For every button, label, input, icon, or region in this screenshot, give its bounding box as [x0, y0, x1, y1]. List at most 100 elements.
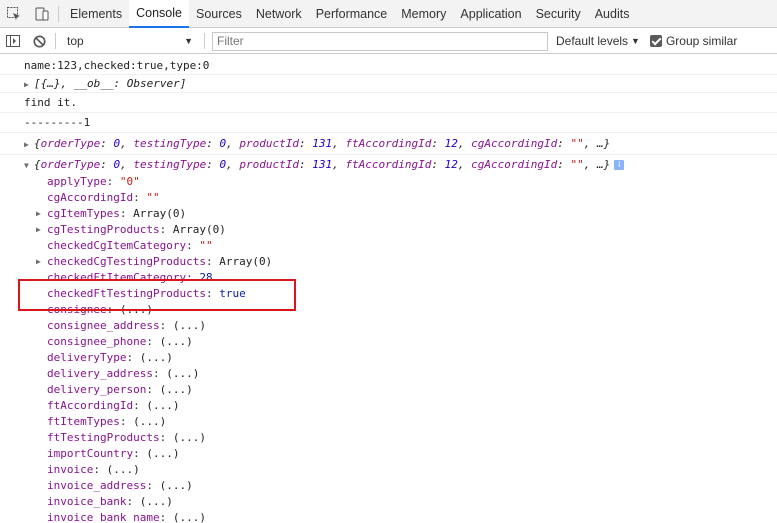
- inspect-element-icon[interactable]: [0, 0, 28, 28]
- property-key: importCountry: [47, 447, 134, 460]
- property-row: importCountry: (...): [0, 446, 777, 462]
- property-key: cgTestingProducts: [47, 223, 160, 236]
- property-value[interactable]: (...): [146, 447, 179, 460]
- tab-performance[interactable]: Performance: [309, 0, 395, 28]
- property-colon: :: [146, 335, 160, 348]
- property-value[interactable]: (...): [173, 431, 206, 444]
- property-colon: :: [205, 255, 220, 268]
- property-colon: :: [133, 399, 147, 412]
- clear-console-button[interactable]: [26, 29, 52, 54]
- property-colon: :: [186, 239, 200, 252]
- property-colon: :: [126, 351, 140, 364]
- property-colon: :: [133, 191, 147, 204]
- group-similar-checkbox[interactable]: [649, 35, 662, 47]
- tab-network[interactable]: Network: [249, 0, 309, 28]
- tab-security[interactable]: Security: [529, 0, 588, 28]
- property-row: invoice: (...): [0, 462, 777, 478]
- property-colon: :: [119, 207, 134, 220]
- property-value[interactable]: (...): [160, 383, 193, 396]
- property-colon: :: [159, 511, 173, 523]
- console-message[interactable]: ▶ [{…}, __ob__: Observer]: [0, 75, 777, 93]
- console-message: ---------1: [0, 113, 777, 133]
- property-key: checkedCgItemCategory: [47, 239, 187, 252]
- expand-triangle-icon[interactable]: ▶: [36, 222, 41, 238]
- property-key: ftAccordingId: [47, 399, 134, 412]
- property-colon: :: [159, 319, 173, 332]
- annotation-highlight-box: [18, 279, 296, 311]
- expand-triangle-icon[interactable]: ▶: [36, 206, 41, 222]
- property-value[interactable]: (...): [160, 479, 193, 492]
- tab-application[interactable]: Application: [453, 0, 528, 28]
- expand-triangle-icon[interactable]: ▶: [36, 254, 41, 270]
- property-colon: :: [119, 415, 134, 428]
- array-preview: [{…}, __ob__: Observer]: [34, 77, 187, 90]
- filter-input[interactable]: [212, 31, 548, 51]
- property-key: cgItemTypes: [47, 207, 120, 220]
- property-key: invoice_bank: [47, 495, 127, 508]
- object-property-tree: applyType: "0" cgAccordingId: "" ▶ cgItemTy…: [0, 174, 777, 523]
- property-row: checkedCgItemCategory: "": [0, 238, 777, 254]
- property-value[interactable]: (...): [107, 463, 140, 476]
- property-row: delivery_address: (...): [0, 366, 777, 382]
- devtools-tab-bar: Elements Console Sources Network Performance…: [0, 0, 777, 28]
- property-value[interactable]: (...): [133, 415, 166, 428]
- property-value: "": [199, 239, 213, 252]
- property-value[interactable]: (...): [140, 495, 173, 508]
- tab-elements[interactable]: Elements: [63, 0, 129, 28]
- property-row: delivery_person: (...): [0, 382, 777, 398]
- tab-audits[interactable]: Audits: [588, 0, 637, 28]
- clear-icon: [33, 35, 45, 47]
- collapse-triangle-icon[interactable]: ▼: [24, 156, 34, 175]
- object-preview: {orderType: 0, testingType: 0, productId…: [34, 137, 611, 150]
- property-key: consignee_address: [47, 319, 160, 332]
- property-row: ftItemTypes: (...): [0, 414, 777, 430]
- console-message-expanded-object[interactable]: ▼ {orderType: 0, testingType: 0, productI…: [0, 155, 777, 175]
- property-key: delivery_address: [47, 367, 153, 380]
- property-value: Array(0): [133, 207, 187, 220]
- toolbar-separator: [55, 33, 56, 49]
- property-row: consignee_address: (...): [0, 318, 777, 334]
- group-similar-toggle[interactable]: Group similar: [649, 34, 737, 48]
- property-row: consignee_phone: (...): [0, 334, 777, 350]
- levels-label: Default levels: [556, 34, 629, 48]
- expand-triangle-icon[interactable]: ▶: [24, 76, 34, 92]
- device-toolbar-icon[interactable]: [28, 0, 56, 28]
- property-value[interactable]: (...): [146, 399, 179, 412]
- console-message: name:123,checked:true,type:0: [0, 55, 777, 75]
- property-row: deliveryType: (...): [0, 350, 777, 366]
- tab-memory[interactable]: Memory: [394, 0, 453, 28]
- property-key: cgAccordingId: [47, 191, 134, 204]
- expand-triangle-icon[interactable]: ▶: [24, 134, 34, 154]
- property-colon: :: [159, 223, 173, 236]
- property-row[interactable]: ▶ cgTestingProducts: Array(0): [0, 222, 777, 238]
- property-row[interactable]: ▶ checkedCgTestingProducts: Array(0): [0, 254, 777, 270]
- property-value[interactable]: (...): [173, 319, 206, 332]
- property-value[interactable]: (...): [140, 351, 173, 364]
- info-icon[interactable]: i: [614, 160, 625, 170]
- property-value[interactable]: (...): [166, 367, 199, 380]
- console-messages: name:123,checked:true,type:0 ▶ [{…}, __ob…: [0, 55, 777, 175]
- property-row: invoice_address: (...): [0, 478, 777, 494]
- show-sidebar-button[interactable]: [0, 29, 26, 54]
- context-selector[interactable]: top ▼: [59, 31, 201, 51]
- object-preview: {orderType: 0, testingType: 0, productId…: [34, 158, 611, 171]
- tab-console[interactable]: Console: [129, 0, 189, 28]
- property-key: deliveryType: [47, 351, 127, 364]
- property-key: consignee_phone: [47, 335, 147, 348]
- property-value[interactable]: (...): [160, 335, 193, 348]
- tab-separator: [58, 5, 59, 22]
- property-colon: :: [152, 367, 167, 380]
- property-row[interactable]: ▶ cgItemTypes: Array(0): [0, 206, 777, 222]
- console-message-collapsed-object[interactable]: ▶ {orderType: 0, testingType: 0, productI…: [0, 133, 777, 155]
- property-key: applyType: [47, 175, 107, 188]
- property-colon: :: [133, 447, 147, 460]
- property-value: Array(0): [172, 223, 226, 236]
- context-label: top: [67, 34, 84, 48]
- property-value: "0": [119, 175, 140, 188]
- sidebar-icon: [6, 35, 20, 47]
- log-levels-dropdown[interactable]: Default levels ▼: [556, 34, 640, 48]
- tab-sources[interactable]: Sources: [189, 0, 249, 28]
- property-value[interactable]: (...): [173, 511, 206, 523]
- property-colon: :: [146, 383, 160, 396]
- property-key: invoice: [47, 463, 94, 476]
